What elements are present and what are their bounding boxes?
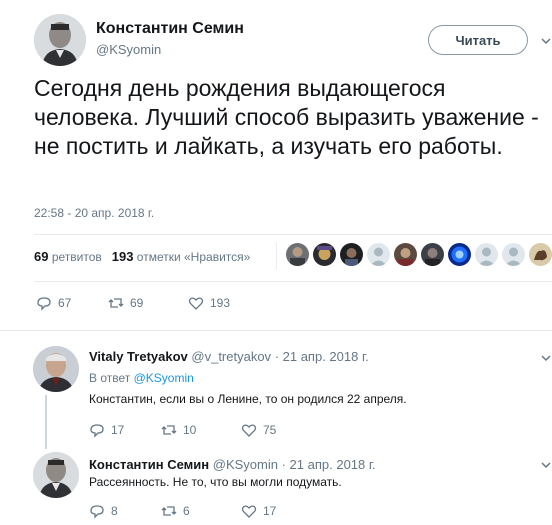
reply-avatar[interactable] bbox=[33, 346, 79, 392]
like-count: 75 bbox=[263, 423, 277, 437]
reply-author-name[interactable]: Константин Семин bbox=[89, 457, 209, 472]
retweet-icon bbox=[161, 422, 177, 438]
liker-avatar[interactable] bbox=[367, 243, 390, 266]
like-button[interactable]: 193 bbox=[188, 295, 230, 311]
likers-avatars bbox=[286, 243, 552, 269]
retweet-button[interactable]: 6 bbox=[161, 503, 241, 519]
reply-header: Константин Семин @KSyomin · 21 апр. 2018… bbox=[89, 457, 376, 472]
liker-avatar[interactable] bbox=[286, 243, 309, 266]
liker-avatar[interactable] bbox=[313, 243, 336, 266]
liker-avatar[interactable] bbox=[340, 243, 363, 266]
like-icon bbox=[241, 503, 257, 519]
divider bbox=[276, 243, 277, 269]
follow-button[interactable]: Читать bbox=[428, 25, 528, 55]
reply-actions: 17 10 75 bbox=[89, 422, 276, 438]
author-handle[interactable]: @KSyomin bbox=[96, 42, 161, 57]
retweets-label: ретвитов bbox=[51, 250, 102, 264]
reply-count: 67 bbox=[58, 296, 72, 310]
reply-text: Константин, если вы о Ленине, то он роди… bbox=[89, 392, 407, 406]
tweet-text: Сегодня день рождения выдающегося челове… bbox=[34, 75, 539, 159]
retweet-button[interactable]: 10 bbox=[161, 422, 241, 438]
tweet-timestamp[interactable]: 22:58 - 20 апр. 2018 г. bbox=[34, 206, 154, 220]
reply-button[interactable]: 17 bbox=[89, 422, 161, 438]
caret-down-icon[interactable] bbox=[541, 460, 551, 470]
retweet-count: 10 bbox=[183, 423, 197, 437]
reply-icon bbox=[36, 295, 52, 311]
likes-count: 193 bbox=[111, 249, 134, 264]
liker-avatar[interactable] bbox=[448, 243, 471, 266]
tweet-actions: 67 69 193 bbox=[36, 295, 230, 311]
reply-header: Vitaly Tretyakov @v_tretyakov · 21 апр. … bbox=[89, 349, 369, 364]
reply-button[interactable]: 67 bbox=[36, 295, 108, 311]
like-count: 17 bbox=[263, 504, 277, 518]
like-icon bbox=[241, 422, 257, 438]
reply-count: 17 bbox=[111, 423, 125, 437]
reply-to-line: В ответ @KSyomin bbox=[89, 371, 194, 385]
reply-text: Рассеянность. Не то, что вы могли подума… bbox=[89, 475, 342, 489]
liker-avatar[interactable] bbox=[502, 243, 525, 266]
divider bbox=[34, 234, 552, 235]
thread-line bbox=[45, 395, 47, 449]
likes-label: отметки «Нравится» bbox=[136, 250, 251, 264]
author-avatar[interactable] bbox=[34, 14, 86, 66]
reply-date[interactable]: · 21 апр. 2018 г. bbox=[275, 349, 369, 364]
divider bbox=[34, 281, 552, 282]
reply-author-handle[interactable]: @v_tretyakov bbox=[191, 349, 271, 364]
retweets-count: 69 bbox=[34, 249, 49, 264]
like-count: 193 bbox=[210, 296, 231, 310]
reply-actions: 8 6 17 bbox=[89, 503, 276, 519]
retweet-count: 69 bbox=[130, 296, 144, 310]
reply-avatar[interactable] bbox=[33, 452, 79, 498]
likes-stat[interactable]: 193 отметки «Нравится» bbox=[111, 249, 251, 264]
retweets-stat[interactable]: 69 ретвитов bbox=[34, 249, 102, 264]
caret-down-icon[interactable] bbox=[541, 36, 551, 46]
reply-button[interactable]: 8 bbox=[89, 503, 161, 519]
caret-down-icon[interactable] bbox=[541, 353, 551, 363]
retweet-icon bbox=[161, 503, 177, 519]
liker-avatar[interactable] bbox=[475, 243, 498, 266]
retweet-count: 6 bbox=[183, 504, 190, 518]
reply-to-prefix: В ответ bbox=[89, 371, 131, 385]
author-name[interactable]: Константин Семин bbox=[96, 20, 244, 38]
reply-count: 8 bbox=[111, 504, 118, 518]
reply-icon bbox=[89, 503, 105, 519]
divider bbox=[0, 330, 552, 331]
tweet-stats: 69 ретвитов 193 отметки «Нравится» bbox=[34, 249, 250, 264]
liker-avatar[interactable] bbox=[421, 243, 444, 266]
like-button[interactable]: 17 bbox=[241, 503, 276, 519]
like-icon bbox=[188, 295, 204, 311]
retweet-icon bbox=[108, 295, 124, 311]
reply-icon bbox=[89, 422, 105, 438]
reply-date[interactable]: · 21 апр. 2018 г. bbox=[282, 457, 376, 472]
reply-author-handle[interactable]: @KSyomin bbox=[213, 457, 278, 472]
retweet-button[interactable]: 69 bbox=[108, 295, 188, 311]
reply-to-handle-link[interactable]: @KSyomin bbox=[134, 371, 194, 385]
reply-author-name[interactable]: Vitaly Tretyakov bbox=[89, 349, 188, 364]
like-button[interactable]: 75 bbox=[241, 422, 276, 438]
liker-avatar[interactable] bbox=[394, 243, 417, 266]
liker-avatar[interactable] bbox=[529, 243, 552, 266]
